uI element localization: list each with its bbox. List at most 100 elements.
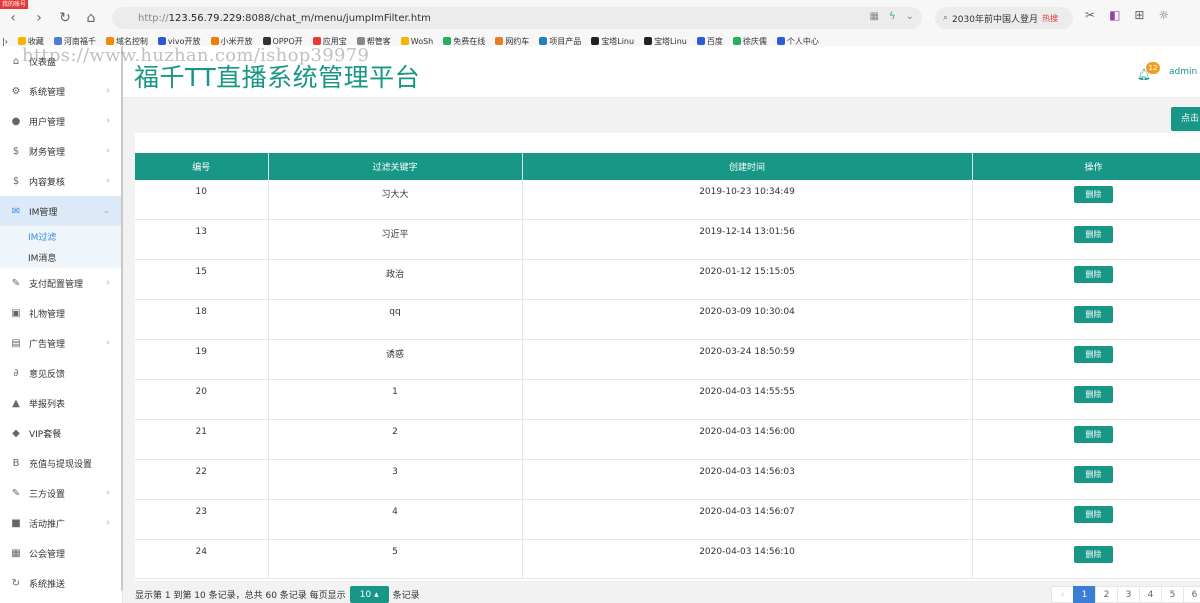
page-button[interactable]: 2 xyxy=(1095,586,1118,603)
qr-icon[interactable]: ▦ xyxy=(870,11,879,22)
chevron-right-icon: › xyxy=(106,116,110,126)
scissors-icon[interactable]: ✂ xyxy=(1085,8,1095,22)
address-bar[interactable]: http://123.56.79.229:8088/chat_m/menu/ju… xyxy=(112,7,922,29)
sidebar-subitem[interactable]: IM过滤 xyxy=(0,226,122,247)
delete-button[interactable]: 删除 xyxy=(1074,186,1113,203)
sidebar-item[interactable]: B 充值与提现设置 xyxy=(0,448,122,478)
delete-button[interactable]: 删除 xyxy=(1074,346,1113,364)
cell-created: 2020-01-12 15:15:05 xyxy=(522,259,973,301)
sidebar-item-label: 公会管理 xyxy=(29,549,66,560)
sidebar-item[interactable]: $ 内容复核 › xyxy=(0,166,122,196)
bookmark-favicon-icon xyxy=(539,37,548,45)
account-badge[interactable]: 我的账号 xyxy=(0,0,29,9)
bookmark-favicon-icon xyxy=(262,37,271,45)
sidebar-item[interactable]: ▦ 公会管理 xyxy=(0,538,122,568)
filter-table: 编号 过滤关键字 创建时间 操作 10 习大大 2019-10-23 10:34:4… xyxy=(135,153,1200,580)
page-size-select[interactable]: 10 ▴ xyxy=(349,586,389,603)
sidebar-item-label: 系统推送 xyxy=(29,579,66,590)
user-menu[interactable]: admin xyxy=(1169,67,1197,77)
browser-search-box[interactable]: ⌕ 2030年前中国人登月 热搜 xyxy=(935,7,1073,29)
column-header-created[interactable]: 创建时间 xyxy=(522,153,973,180)
forward-icon[interactable]: › xyxy=(26,5,52,31)
search-text: 2030年前中国人登月 xyxy=(952,14,1038,25)
delete-button[interactable]: 删除 xyxy=(1074,385,1113,403)
bookmark-item[interactable]: 网约车 xyxy=(495,36,529,46)
pagination: ‹ 1 2 3 4 5 6 xyxy=(1051,586,1200,603)
cell-keyword: 2 xyxy=(268,419,523,460)
diamond-icon: ◆ xyxy=(12,427,20,439)
cell-created: 2020-04-03 14:56:00 xyxy=(522,419,973,460)
bookmark-item[interactable]: 项目产品 xyxy=(539,36,581,46)
bookmark-item[interactable]: 徐庆儒 xyxy=(732,36,767,46)
sidebar-item[interactable]: $ 财务管理 › xyxy=(0,136,122,166)
delete-button[interactable]: 删除 xyxy=(1074,266,1113,284)
delete-button[interactable]: 删除 xyxy=(1074,226,1113,244)
wrench-icon: ✎ xyxy=(11,487,21,499)
sidebar-item-label: 三方设置 xyxy=(29,489,66,500)
bookmark-item[interactable]: 个人中心 xyxy=(776,36,819,46)
page-button[interactable]: 4 xyxy=(1139,586,1162,603)
page-button[interactable]: 6 xyxy=(1183,586,1200,603)
delete-button[interactable]: 删除 xyxy=(1074,425,1113,443)
sidebar-item[interactable]: ● 用户管理 › xyxy=(0,106,122,136)
home-browser-icon[interactable]: ⌂ xyxy=(78,5,104,31)
cell-keyword: 习大大 xyxy=(268,180,523,221)
bookmark-favicon-icon xyxy=(157,37,166,45)
sidebar-item[interactable]: ↻ 系统推送 xyxy=(0,568,122,598)
bookmark-label: 网约车 xyxy=(505,36,530,46)
delete-button[interactable]: 删除 xyxy=(1074,465,1113,483)
notification-badge[interactable]: 12 xyxy=(1146,62,1160,74)
bookmark-favicon-icon xyxy=(400,37,409,45)
theme-icon[interactable]: ☼ xyxy=(1158,8,1169,22)
bookmark-favicon-icon xyxy=(53,37,62,45)
page-button[interactable]: 5 xyxy=(1161,586,1184,603)
prev-page-button[interactable]: ‹ xyxy=(1051,586,1074,603)
bookmark-favicon-icon xyxy=(591,37,600,45)
page-button[interactable]: 1 xyxy=(1073,586,1096,603)
extension-icon[interactable]: ◧ xyxy=(1109,8,1120,22)
bookmark-item[interactable]: 宝塔Linu xyxy=(644,36,687,46)
column-header-id[interactable]: 编号 xyxy=(135,153,269,180)
bookmark-favicon-icon xyxy=(17,37,26,45)
bookmark-item[interactable]: 百度 xyxy=(696,36,723,46)
sidebar-item[interactable]: ✎ 支付配置管理 › xyxy=(0,268,122,298)
grid-icon[interactable]: ⊞ xyxy=(1134,8,1144,22)
chevron-right-icon: › xyxy=(106,338,110,348)
column-header-keyword[interactable]: 过滤关键字 xyxy=(268,153,523,180)
paperclip-icon: ∂ xyxy=(13,367,19,379)
sidebar-item[interactable]: ▣ 礼物管理 xyxy=(0,298,122,328)
sidebar-item[interactable]: ✎ 三方设置 › xyxy=(0,478,122,508)
sidebar-item[interactable]: ⚙ 系统管理 › xyxy=(0,76,122,106)
delete-button[interactable]: 删除 xyxy=(1074,545,1113,563)
sidebar-item[interactable]: ▤ 广告管理 › xyxy=(0,328,122,358)
sidebar-item[interactable]: ■ 活动推广 › xyxy=(0,508,122,538)
table-row: 20 1 2020-04-03 14:55:55 删除 xyxy=(135,379,1200,420)
action-button[interactable]: 点击 xyxy=(1171,107,1200,131)
browser-extensions: ✂ ◧ ⊞ ☼ xyxy=(1085,8,1169,22)
chevron-down-icon[interactable]: ⌄ xyxy=(906,11,914,22)
lightning-icon[interactable]: ϟ xyxy=(889,11,896,22)
sidebar-subitem[interactable]: IM消息 xyxy=(0,247,122,268)
reload-icon[interactable]: ↻ xyxy=(52,5,78,31)
cell-action: 删除 xyxy=(972,379,1200,420)
cell-keyword: 4 xyxy=(268,499,523,540)
sidebar-item[interactable]: ◆ VIP套餐 xyxy=(0,418,122,448)
table-row: 24 5 2020-04-03 14:56:10 删除 xyxy=(135,539,1200,580)
delete-button[interactable]: 删除 xyxy=(1074,306,1113,324)
sidebar-item[interactable]: ∂ 意见反馈 xyxy=(0,358,122,388)
sidebar-item[interactable]: ✉ IM管理 ⌄ xyxy=(0,196,122,226)
bookmark-item[interactable]: WoSh xyxy=(400,37,433,46)
chevron-right-icon: › xyxy=(106,278,110,288)
cell-keyword: 3 xyxy=(268,459,523,500)
cell-created: 2020-03-24 18:50:59 xyxy=(522,339,973,380)
sidebar-item[interactable]: ▲ 举报列表 xyxy=(0,388,122,418)
delete-button[interactable]: 删除 xyxy=(1074,505,1113,523)
record-suffix: 条记录 xyxy=(392,591,420,601)
chevron-down-icon: ⌄ xyxy=(102,206,110,216)
page-button[interactable]: 3 xyxy=(1117,586,1140,603)
bookmark-item[interactable]: 免费在线 xyxy=(443,36,485,46)
bookmark-item[interactable]: 宝塔Linu xyxy=(591,36,634,46)
url-protocol: http:// xyxy=(138,12,169,24)
bookmarks-toggle-icon[interactable]: |› xyxy=(2,37,8,46)
mail-icon: ✉ xyxy=(11,205,21,217)
